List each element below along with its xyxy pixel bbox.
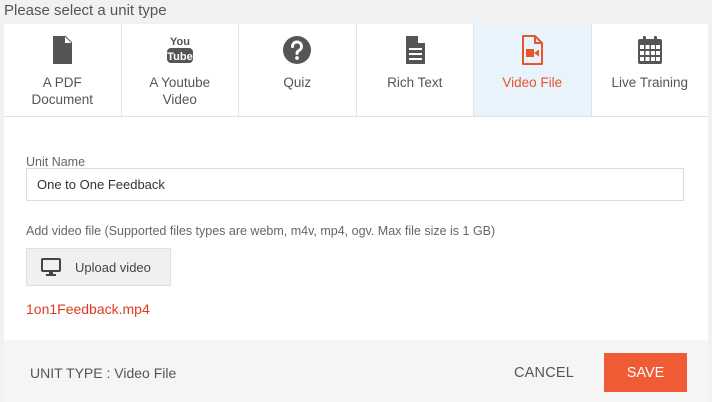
dialog-footer: UNIT TYPE : Video File CANCEL SAVE (4, 340, 708, 402)
upload-video-label: Upload video (75, 259, 151, 275)
pdf-document-icon (53, 35, 73, 64)
upload-hint: Add video file (Supported files types ar… (26, 224, 496, 238)
page-heading: Please select a unit type (4, 2, 167, 19)
unit-type-summary: UNIT TYPE : Video File (30, 365, 177, 381)
unit-type-panel: A PDF Document You Tube A Youtube Video … (4, 24, 708, 402)
video-file-icon (522, 35, 544, 65)
tab-youtube-video[interactable]: You Tube A Youtube Video (121, 24, 239, 116)
tab-label: Video File (502, 75, 563, 90)
tab-label: A Youtube Video (149, 75, 211, 107)
tab-label: Rich Text (387, 75, 443, 90)
tab-video-file[interactable]: Video File (474, 24, 592, 116)
save-button[interactable]: SAVE (604, 353, 687, 392)
question-circle-icon (283, 36, 312, 64)
unit-name-label: Unit Name (26, 155, 86, 169)
youtube-icon: You Tube (166, 36, 193, 63)
tab-quiz[interactable]: Quiz (239, 24, 357, 116)
tab-label: Quiz (283, 75, 312, 90)
uploaded-file-name: 1on1Feedback.mp4 (26, 301, 150, 317)
unit-type-tabs: A PDF Document You Tube A Youtube Video … (4, 24, 708, 117)
tab-label: Live Training (611, 75, 689, 90)
svg-text:Tube: Tube (167, 51, 192, 63)
unit-name-input[interactable] (26, 168, 684, 201)
unit-form: Unit Name Add video file (Supported file… (4, 117, 708, 339)
tab-live-training[interactable]: Live Training (591, 24, 708, 116)
svg-text:You: You (170, 36, 190, 48)
upload-video-button[interactable]: Upload video (26, 248, 171, 286)
monitor-icon (41, 258, 61, 276)
tab-rich-text[interactable]: Rich Text (356, 24, 474, 116)
cancel-button[interactable]: CANCEL (514, 365, 574, 381)
calendar-icon (637, 36, 662, 64)
text-file-icon (405, 36, 425, 64)
tab-pdf-document[interactable]: A PDF Document (4, 24, 122, 116)
tab-label: A PDF Document (31, 75, 94, 107)
